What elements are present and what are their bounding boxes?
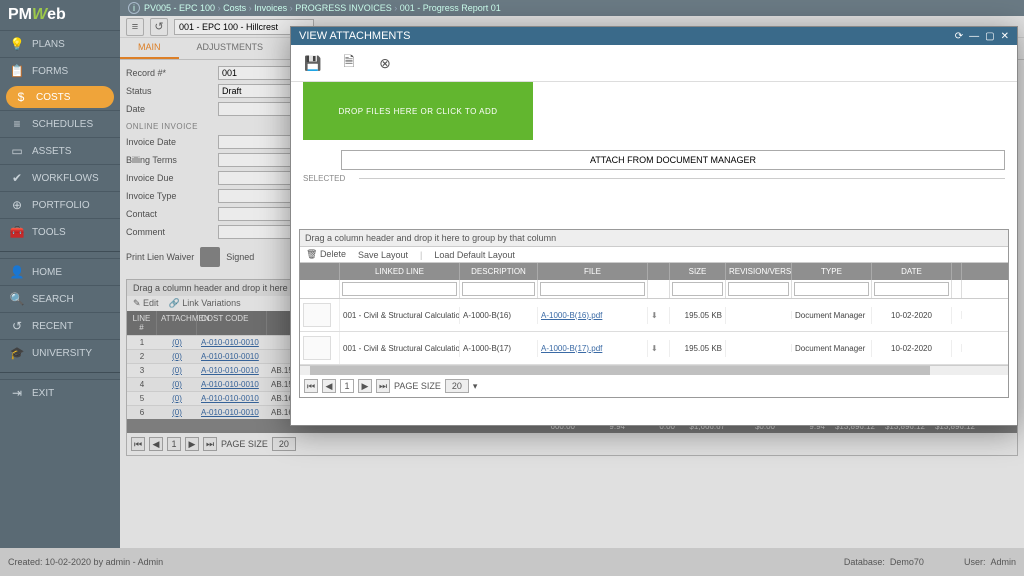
save-layout-button[interactable]: Save Layout xyxy=(358,250,408,260)
status-label: Status xyxy=(126,86,218,96)
modal-title: VIEW ATTACHMENTS xyxy=(299,30,410,42)
filter-file[interactable] xyxy=(540,282,645,296)
attachments-grid: Drag a column header and drop it here to… xyxy=(299,229,1009,398)
nav-plans[interactable]: 💡PLANS xyxy=(0,30,120,57)
horizontal-scrollbar[interactable] xyxy=(300,365,1008,375)
record-label: Record #* xyxy=(126,68,218,78)
minimize-icon[interactable]: — xyxy=(969,31,979,42)
dropzone[interactable]: DROP FILES HERE OR CLICK TO ADD xyxy=(303,82,533,140)
modal-pager-page: 1 xyxy=(340,379,354,393)
undo-icon[interactable]: ↺ xyxy=(150,18,168,36)
left-nav: PMWeb 💡PLANS📋FORMS$COSTS≡SCHEDULES▭ASSET… xyxy=(0,0,120,576)
breadcrumb-item[interactable]: Costs xyxy=(223,3,246,13)
pager-first[interactable]: ⏮ xyxy=(131,437,145,451)
tab-adjustments[interactable]: ADJUSTMENTS xyxy=(179,38,282,59)
footer: Created: 10-02-2020 by admin - Admin Dat… xyxy=(0,548,1024,576)
signed-label: Signed xyxy=(226,252,254,262)
nav-home[interactable]: 👤HOME xyxy=(0,258,120,285)
pager-last[interactable]: ⏭ xyxy=(203,437,217,451)
attach-from-dm-button[interactable]: ATTACH FROM DOCUMENT MANAGER xyxy=(341,150,1005,170)
logo: PMWeb xyxy=(0,0,120,30)
pager-next[interactable]: ▶ xyxy=(185,437,199,451)
nav-workflows[interactable]: ✔WORKFLOWS xyxy=(0,164,120,191)
modal-pager-last[interactable]: ⏭ xyxy=(376,379,390,393)
print-lien-label: Print Lien Waiver xyxy=(126,252,194,262)
filter-date[interactable] xyxy=(874,282,949,296)
tools-icon: 🧰 xyxy=(10,225,24,239)
exit-icon: ⇥ xyxy=(10,386,24,400)
delete-button[interactable]: 🗑 Delete xyxy=(306,249,346,260)
date-label: Date xyxy=(126,104,218,114)
nav-search[interactable]: 🔍SEARCH xyxy=(0,285,120,312)
menu-icon[interactable]: ≡ xyxy=(126,18,144,36)
nav-forms[interactable]: 📋FORMS xyxy=(0,57,120,84)
modal-pager-first[interactable]: ⏮ xyxy=(304,379,318,393)
link-variations-button[interactable]: 🔗 Link Variations xyxy=(169,298,241,309)
breadcrumb-item[interactable]: PROGRESS INVOICES xyxy=(295,3,392,13)
nav-exit[interactable]: ⇥EXIT xyxy=(0,379,120,406)
grid-group-hint: Drag a column header and drop it here to… xyxy=(300,230,1008,246)
nav-university[interactable]: 🎓UNIVERSITY xyxy=(0,339,120,366)
nav-recent[interactable]: ↺RECENT xyxy=(0,312,120,339)
filter-type[interactable] xyxy=(794,282,869,296)
tab-main[interactable]: MAIN xyxy=(120,38,179,59)
load-layout-button[interactable]: Load Default Layout xyxy=(434,250,515,260)
nav-schedules[interactable]: ≡SCHEDULES xyxy=(0,110,120,137)
recent-icon: ↺ xyxy=(10,319,24,333)
filter-linked-line[interactable] xyxy=(342,282,457,296)
search-icon: 🔍 xyxy=(10,292,24,306)
nav-tools[interactable]: 🧰TOOLS xyxy=(0,218,120,245)
download-icon[interactable]: ⬇ xyxy=(648,307,670,324)
nav-assets[interactable]: ▭ASSETS xyxy=(0,137,120,164)
filter-revision[interactable] xyxy=(728,282,789,296)
costs-icon: $ xyxy=(14,90,28,104)
file-link[interactable]: A-1000-B(17).pdf xyxy=(541,344,602,353)
breadcrumb: i PV005 - EPC 100 › Costs › Invoices › P… xyxy=(120,0,1024,16)
plans-icon: 💡 xyxy=(10,37,24,51)
download-icon[interactable]: ⬇ xyxy=(648,340,670,357)
refresh-icon[interactable]: ⟳ xyxy=(955,31,963,42)
file-link[interactable]: A-1000-B(16).pdf xyxy=(541,311,602,320)
print-icon[interactable] xyxy=(200,247,220,267)
info-icon[interactable]: i xyxy=(128,2,140,14)
filter-description[interactable] xyxy=(462,282,535,296)
edit-button[interactable]: ✎ Edit xyxy=(133,298,159,309)
cancel-icon[interactable]: ⊗ xyxy=(375,53,395,73)
attachment-row[interactable]: 001 - Civil & Structural CalculatioA-100… xyxy=(300,332,1008,365)
modal-pager-next[interactable]: ▶ xyxy=(358,379,372,393)
modal-page-size[interactable]: 20 xyxy=(445,379,469,393)
filter-size[interactable] xyxy=(672,282,723,296)
breadcrumb-item[interactable]: Invoices xyxy=(254,3,287,13)
breadcrumb-item[interactable]: 001 - Progress Report 01 xyxy=(400,3,501,13)
new-icon[interactable]: 🗎 xyxy=(339,53,359,73)
assets-icon: ▭ xyxy=(10,144,24,158)
workflows-icon: ✔ xyxy=(10,171,24,185)
maximize-icon[interactable]: ▢ xyxy=(985,31,994,42)
schedules-icon: ≡ xyxy=(10,117,24,131)
thumbnail-icon xyxy=(303,303,331,327)
modal-pager-prev[interactable]: ◀ xyxy=(322,379,336,393)
attachment-row[interactable]: 001 - Civil & Structural CalculatioA-100… xyxy=(300,299,1008,332)
selected-label: SELECTED xyxy=(303,174,345,183)
university-icon: 🎓 xyxy=(10,346,24,360)
pager-page: 1 xyxy=(167,437,181,451)
close-icon[interactable]: ✕ xyxy=(1001,31,1009,42)
nav-portfolio[interactable]: ⊕PORTFOLIO xyxy=(0,191,120,218)
pager-prev[interactable]: ◀ xyxy=(149,437,163,451)
breadcrumb-item[interactable]: PV005 - EPC 100 xyxy=(144,3,215,13)
page-size[interactable]: 20 xyxy=(272,437,296,451)
save-icon[interactable]: 💾 xyxy=(303,53,323,73)
home-icon: 👤 xyxy=(10,265,24,279)
portfolio-icon: ⊕ xyxy=(10,198,24,212)
forms-icon: 📋 xyxy=(10,64,24,78)
thumbnail-icon xyxy=(303,336,331,360)
view-attachments-modal: VIEW ATTACHMENTS ⟳ — ▢ ✕ 💾 🗎 ⊗ DROP FILE… xyxy=(290,26,1018,426)
footer-created: Created: 10-02-2020 by admin - Admin xyxy=(8,557,163,567)
nav-costs[interactable]: $COSTS xyxy=(6,86,114,108)
